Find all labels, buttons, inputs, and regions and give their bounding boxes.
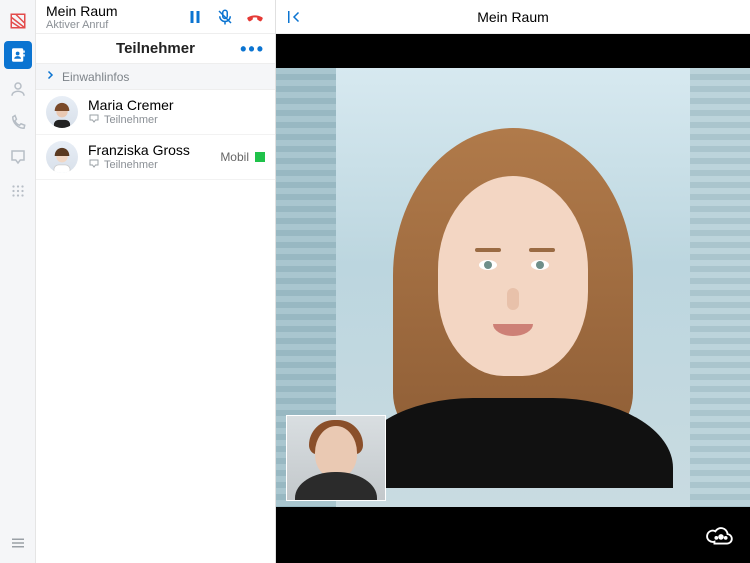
chevron-right-icon xyxy=(44,69,56,84)
dialin-label: Einwahlinfos xyxy=(62,70,129,84)
participant-name: Maria Cremer xyxy=(88,97,265,113)
chat-bubble-icon xyxy=(88,113,100,128)
nav-rail xyxy=(0,0,36,563)
participant-role: Teilnehmer xyxy=(104,114,158,126)
room-name: Mein Raum xyxy=(46,3,185,19)
nav-dialpad[interactable] xyxy=(4,177,32,205)
chat-bubble-icon xyxy=(88,158,100,173)
participant-role: Teilnehmer xyxy=(104,159,158,171)
nav-calls[interactable] xyxy=(4,109,32,137)
hangup-button[interactable] xyxy=(245,7,265,27)
panel-title-row: Teilnehmer ••• xyxy=(36,34,275,64)
main-title: Mein Raum xyxy=(276,9,750,25)
main-area: Mein Raum xyxy=(276,0,750,563)
video-area xyxy=(276,34,750,563)
participant-name: Franziska Gross xyxy=(88,142,210,158)
nav-profile[interactable] xyxy=(4,75,32,103)
call-controls xyxy=(185,7,269,27)
call-status: Aktiver Anruf xyxy=(46,19,185,31)
self-video-thumbnail[interactable] xyxy=(286,415,386,501)
collapse-panel-button[interactable] xyxy=(280,3,308,31)
online-status-icon xyxy=(255,152,265,162)
pause-button[interactable] xyxy=(185,7,205,27)
panel-title: Teilnehmer xyxy=(116,40,195,57)
avatar xyxy=(46,141,78,173)
participant-device: Mobil xyxy=(220,150,249,164)
main-header: Mein Raum xyxy=(276,0,750,34)
logo-icon[interactable] xyxy=(4,7,32,35)
participants-panel: Mein Raum Aktiver Anruf Teilnehmer ••• xyxy=(36,0,276,563)
nav-contacts[interactable] xyxy=(4,41,32,69)
mute-mic-button[interactable] xyxy=(215,7,235,27)
cloud-view-icon[interactable] xyxy=(706,526,736,549)
avatar xyxy=(46,96,78,128)
call-header: Mein Raum Aktiver Anruf xyxy=(36,0,275,34)
remote-participant-video xyxy=(383,128,643,448)
nav-menu[interactable] xyxy=(4,529,32,557)
participant-row[interactable]: Maria Cremer Teilnehmer xyxy=(36,90,275,135)
more-button[interactable]: ••• xyxy=(240,39,265,60)
dialin-info-row[interactable]: Einwahlinfos xyxy=(36,64,275,90)
app-root: Mein Raum Aktiver Anruf Teilnehmer ••• xyxy=(0,0,750,563)
participant-row[interactable]: Franziska Gross Teilnehmer Mobil xyxy=(36,135,275,180)
nav-chat[interactable] xyxy=(4,143,32,171)
